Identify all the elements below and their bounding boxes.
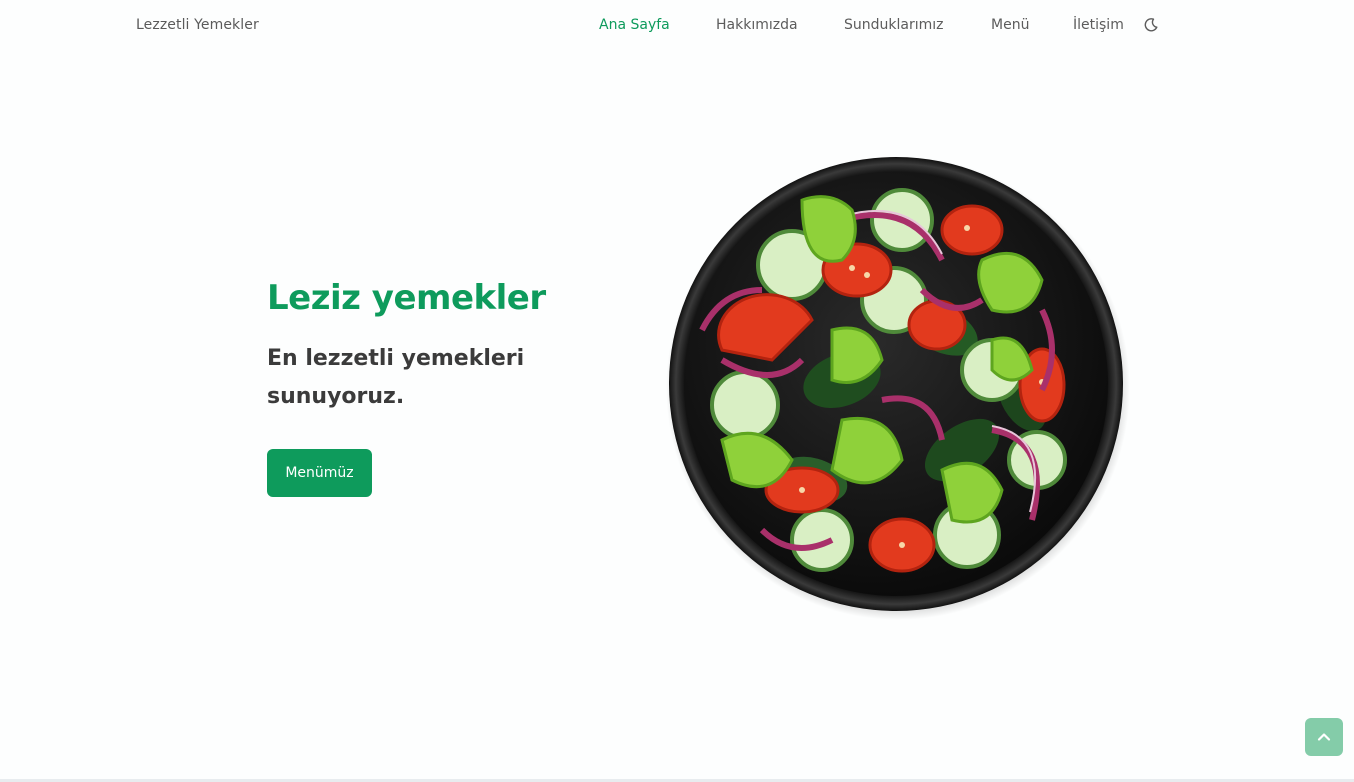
nav-link-sunduklarimiz[interactable]: Sunduklarımız [844,17,944,33]
menu-button[interactable]: Menümüz [267,449,372,497]
hero-subtitle: En lezzetli yemekleri sunuyoruz. [267,346,525,409]
scroll-to-top-button[interactable] [1305,718,1343,756]
nav-link-ana-sayfa[interactable]: Ana Sayfa [599,17,670,33]
brand-logo[interactable]: Lezzetli Yemekler [136,17,259,33]
nav-link-iletisim[interactable]: İletişim [1073,17,1124,33]
page: Lezzetli Yemekler Ana Sayfa Hakkımızda S… [0,0,1354,782]
moon-icon[interactable] [1143,17,1159,33]
hero-title: Leziz yemekler [267,278,546,318]
chevron-up-icon [1317,733,1331,741]
salad-bowl-image [662,150,1132,620]
nav-link-menu[interactable]: Menü [991,17,1029,33]
nav-link-hakkimizda[interactable]: Hakkımızda [716,17,798,33]
